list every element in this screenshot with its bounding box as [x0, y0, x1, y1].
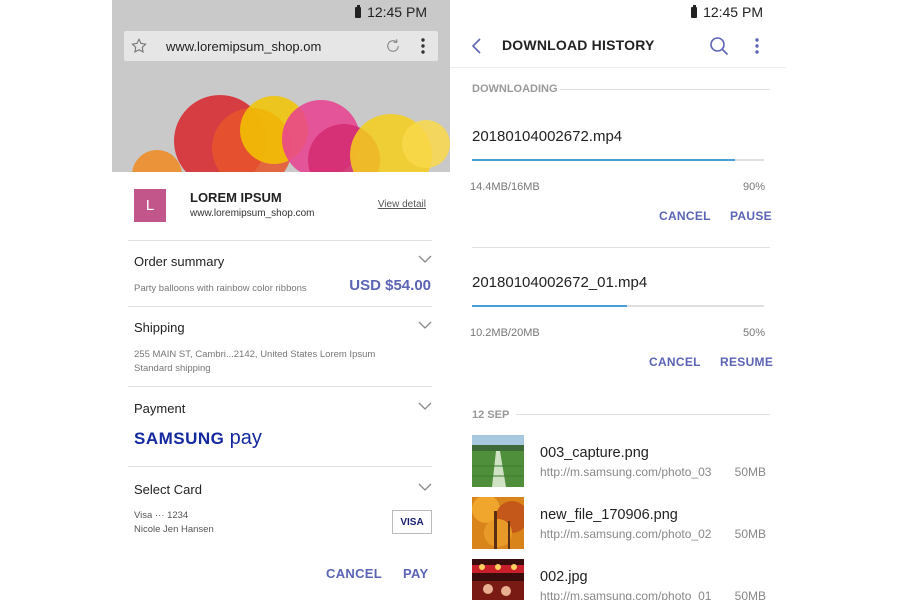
order-summary-title: Order summary — [134, 254, 225, 269]
history-file-url: http://m.samsung.com/photo_01 — [540, 589, 712, 600]
history-file-url: http://m.samsung.com/photo_02 — [540, 527, 712, 541]
order-price: USD $54.00 — [349, 277, 431, 294]
history-item[interactable]: new_file_170906.png http://m.samsung.com… — [472, 497, 768, 551]
shipping-method: Standard shipping — [134, 363, 211, 374]
history-item[interactable]: 003_capture.png http://m.samsung.com/pho… — [472, 435, 768, 489]
star-icon[interactable] — [124, 31, 154, 61]
history-file-size: 50MB — [734, 527, 766, 541]
view-detail-link[interactable]: View detail — [378, 199, 426, 210]
order-item-description: Party balloons with rainbow color ribbon… — [134, 283, 307, 294]
payment-section[interactable]: Payment SAMSUNG pay — [128, 386, 432, 466]
page-title: DOWNLOAD HISTORY — [502, 37, 655, 53]
app-bar: DOWNLOAD HISTORY — [450, 24, 786, 68]
downloading-header: DOWNLOADING — [472, 83, 558, 95]
chevron-down-icon[interactable] — [418, 480, 432, 494]
visa-badge: VISA — [392, 510, 432, 534]
card-number: Visa ··· 1234 — [134, 510, 189, 521]
download-progress-fill — [472, 159, 735, 161]
history-date-header: 12 SEP — [472, 409, 510, 421]
history-item[interactable]: 002.jpg http://m.samsung.com/photo_01 50… — [472, 559, 768, 600]
download-size: 10.2MB/20MB — [470, 327, 540, 339]
status-time: 12:45 PM — [367, 4, 427, 20]
section-divider — [560, 89, 770, 90]
download-history-screen: 12:45 PM DOWNLOAD HISTORY DOWNLOADING 20… — [450, 0, 786, 600]
history-file-url: http://m.samsung.com/photo_03 — [540, 465, 712, 479]
cancel-button[interactable]: CANCEL — [326, 566, 382, 581]
pay-button[interactable]: PAY — [403, 566, 428, 581]
browser-page-background: www.loremipsum_shop.om — [112, 0, 450, 172]
resume-download-button[interactable]: RESUME — [720, 355, 773, 369]
select-card-title: Select Card — [134, 482, 202, 497]
pause-download-button[interactable]: PAUSE — [730, 209, 772, 223]
cancel-download-button[interactable]: CANCEL — [649, 355, 701, 369]
merchant-name: LOREM IPSUM — [190, 190, 282, 205]
order-summary-section[interactable]: Order summary Party balloons with rainbo… — [128, 240, 432, 306]
samsung-pay-brand: SAMSUNG — [134, 429, 225, 448]
cancel-download-button[interactable]: CANCEL — [659, 209, 711, 223]
download-file-name: 20180104002672.mp4 — [472, 128, 623, 145]
chevron-down-icon[interactable] — [418, 318, 432, 332]
history-file-name: 002.jpg — [540, 569, 588, 585]
chevron-down-icon[interactable] — [418, 252, 432, 266]
image-thumbnail — [472, 497, 524, 549]
image-thumbnail — [472, 435, 524, 487]
more-vert-icon[interactable] — [408, 31, 438, 61]
shipping-section[interactable]: Shipping 255 MAIN ST, Cambri...2142, Uni… — [128, 306, 432, 386]
image-thumbnail — [472, 559, 524, 600]
payment-screen: www.loremipsum_shop.om 12:45 PM L LOREM … — [112, 0, 450, 600]
shipping-address: 255 MAIN ST, Cambri...2142, United State… — [134, 349, 376, 360]
card-holder: Nicole Jen Hansen — [134, 524, 214, 535]
battery-icon — [691, 4, 698, 18]
back-arrow-icon[interactable] — [465, 34, 489, 58]
select-card-section[interactable]: Select Card Visa ··· 1234 Nicole Jen Han… — [128, 466, 432, 546]
history-file-size: 50MB — [734, 589, 766, 600]
status-time: 12:45 PM — [703, 4, 763, 20]
payment-sheet: L LOREM IPSUM www.loremipsum_shop.com Vi… — [112, 172, 450, 600]
samsung-pay-logo: SAMSUNG pay — [134, 427, 262, 450]
download-file-name: 20180104002672_01.mp4 — [472, 274, 648, 291]
chevron-down-icon[interactable] — [418, 399, 432, 413]
download-progress-bar — [472, 305, 764, 307]
status-bar: 12:45 PM — [112, 0, 450, 24]
download-progress-fill — [472, 305, 627, 307]
search-icon[interactable] — [707, 34, 731, 58]
download-percent: 90% — [742, 181, 765, 193]
merchant-url: www.loremipsum_shop.com — [190, 208, 315, 219]
status-bar: 12:45 PM — [450, 0, 786, 24]
browser-url[interactable]: www.loremipsum_shop.om — [166, 39, 378, 54]
item-divider — [472, 247, 770, 248]
battery-icon — [355, 4, 362, 18]
download-size: 14.4MB/16MB — [470, 181, 540, 193]
refresh-icon[interactable] — [378, 31, 408, 61]
shipping-title: Shipping — [134, 320, 185, 335]
more-vert-icon[interactable] — [745, 34, 769, 58]
payment-title: Payment — [134, 401, 186, 416]
merchant-header: L LOREM IPSUM www.loremipsum_shop.com Vi… — [134, 188, 426, 228]
history-file-name: 003_capture.png — [540, 445, 649, 461]
browser-url-bar[interactable]: www.loremipsum_shop.om — [124, 31, 438, 61]
download-progress-bar — [472, 159, 764, 161]
history-file-name: new_file_170906.png — [540, 507, 678, 523]
download-percent: 50% — [742, 327, 765, 339]
samsung-pay-suffix: pay — [229, 427, 262, 449]
merchant-logo: L — [134, 189, 166, 222]
section-divider — [516, 414, 770, 415]
history-file-size: 50MB — [734, 465, 766, 479]
